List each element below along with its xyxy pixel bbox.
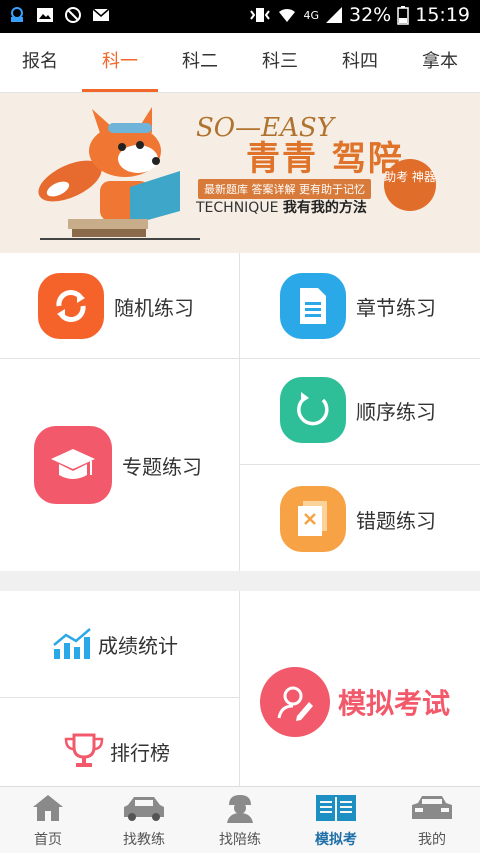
ranking-label: 排行榜 <box>110 740 170 765</box>
mock-exam-label: 模拟考试 <box>338 687 451 720</box>
ranking-button[interactable]: 排行榜 <box>64 733 170 769</box>
bottom-nav: 首页 找教练 找陪练 模拟考 我的 <box>0 786 480 853</box>
wrong-doc-icon <box>280 486 346 552</box>
tab-get-license[interactable]: 拿本 <box>400 33 480 92</box>
nav-find-coach-label: 找教练 <box>123 832 165 848</box>
chapter-practice-label: 章节练习 <box>356 295 436 320</box>
wifi-icon <box>279 8 296 22</box>
method-cn: 我有我的方法 <box>282 200 367 216</box>
practice-grid: 随机练习 章节练习 专题练习 顺序练习 错题练习 <box>0 253 480 571</box>
topic-practice-button[interactable]: 专题练习 <box>34 426 202 504</box>
chapter-practice-button[interactable]: 章节练习 <box>280 273 436 339</box>
book-icon <box>316 795 356 821</box>
nav-find-trainer[interactable]: 找陪练 <box>192 787 288 853</box>
method-en: TECHNIQUE <box>196 200 279 216</box>
car-front-icon <box>412 796 452 819</box>
subject-tabs: 报名 科一 科二 科三 科四 拿本 <box>0 33 480 93</box>
score-stats-button[interactable]: 成绩统计 <box>52 627 178 661</box>
status-bar: 4G 32% 15:19 <box>0 0 480 33</box>
network-type: 4G <box>303 8 319 22</box>
nav-home[interactable]: 首页 <box>0 787 96 853</box>
nav-home-label: 首页 <box>34 832 62 848</box>
mock-exam-button[interactable]: 模拟考试 <box>260 667 450 737</box>
random-practice-button[interactable]: 随机练习 <box>38 273 194 339</box>
mistakes-practice-button[interactable]: 错题练习 <box>280 486 436 552</box>
banner-tagline: 最新题库 答案详解 更有助于记忆 <box>198 179 371 199</box>
tab-signup[interactable]: 报名 <box>0 33 80 92</box>
home-icon <box>33 795 63 821</box>
sequential-practice-button[interactable]: 顺序练习 <box>280 377 436 443</box>
mistakes-practice-label: 错题练习 <box>356 508 436 533</box>
document-icon <box>280 273 346 339</box>
bar-chart-icon <box>53 628 91 659</box>
promo-banner[interactable]: SO—EASY 青青 驾陪 最新题库 答案详解 更有助于记忆 TECHNIQUE… <box>0 93 480 253</box>
score-stats-label: 成绩统计 <box>98 633 178 658</box>
signal-icon <box>326 7 342 23</box>
circular-arrow-icon <box>280 377 346 443</box>
tab-subject-four[interactable]: 科四 <box>320 33 400 92</box>
graduation-cap-icon <box>34 426 112 504</box>
random-practice-label: 随机练习 <box>114 295 194 320</box>
sequential-practice-label: 顺序练习 <box>356 399 436 424</box>
mail-icon <box>92 8 110 21</box>
notification-lock-icon <box>11 7 23 22</box>
section-divider <box>0 571 480 591</box>
banner-badge: 助考 神器 <box>384 159 436 211</box>
pencil-user-icon <box>260 667 330 737</box>
trophy-icon <box>64 733 104 767</box>
nav-mock-exam[interactable]: 模拟考 <box>288 787 384 853</box>
topic-practice-label: 专题练习 <box>122 454 202 479</box>
tab-subject-one[interactable]: 科一 <box>80 33 160 92</box>
image-icon <box>37 8 53 22</box>
vibrate-icon <box>250 8 271 22</box>
fox-mascot-icon <box>38 107 200 240</box>
blocked-icon <box>65 7 81 23</box>
banner-headline: 青青 驾陪 <box>246 139 404 179</box>
car-icon <box>124 797 164 821</box>
extras-grid: 成绩统计 排行榜 模拟考试 <box>0 591 480 786</box>
nav-mock-exam-label: 模拟考 <box>315 832 357 848</box>
nav-find-trainer-label: 找陪练 <box>219 832 261 848</box>
tab-subject-two[interactable]: 科二 <box>160 33 240 92</box>
clock: 15:19 <box>415 4 470 26</box>
refresh-icon <box>38 273 104 339</box>
banner-method: TECHNIQUE 我有我的方法 <box>196 197 367 217</box>
battery-percent: 32% <box>349 4 392 26</box>
tab-subject-three[interactable]: 科三 <box>240 33 320 92</box>
driver-icon <box>227 795 253 823</box>
nav-find-coach[interactable]: 找教练 <box>96 787 192 853</box>
battery-icon <box>397 6 409 25</box>
nav-mine-label: 我的 <box>418 832 446 848</box>
nav-mine[interactable]: 我的 <box>384 787 480 853</box>
